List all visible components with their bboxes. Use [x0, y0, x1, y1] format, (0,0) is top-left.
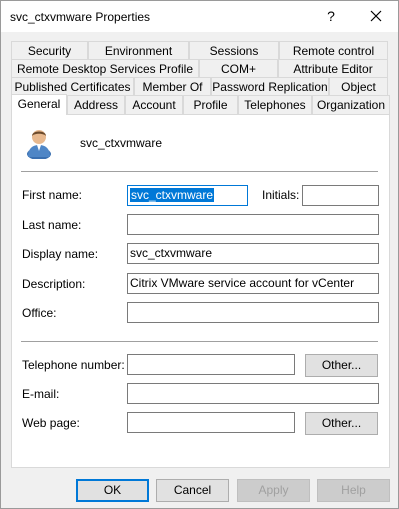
apply-button[interactable]: Apply [237, 479, 310, 502]
office-label: Office: [22, 306, 57, 320]
telephone-other-button[interactable]: Other... [305, 354, 378, 377]
web-page-other-button[interactable]: Other... [305, 412, 378, 435]
tab-row-2: Remote Desktop Services Profile COM+ Att… [11, 59, 388, 78]
tab-object[interactable]: Object [329, 77, 388, 96]
separator-bottom [21, 341, 378, 342]
tab-attribute-editor[interactable]: Attribute Editor [278, 59, 388, 78]
first-name-value: svc_ctxvmware [130, 188, 215, 202]
window-title: svc_ctxvmware Properties [10, 10, 151, 24]
tab-row-1: Security Environment Sessions Remote con… [11, 41, 388, 60]
last-name-field[interactable] [127, 214, 379, 235]
properties-dialog: svc_ctxvmware Properties ? Security Envi… [0, 0, 399, 509]
tab-account[interactable]: Account [125, 95, 183, 114]
tab-profile[interactable]: Profile [183, 95, 238, 114]
office-field[interactable] [127, 302, 379, 323]
user-avatar-icon [25, 127, 53, 160]
display-name-label: Display name: [22, 247, 99, 261]
tab-address[interactable]: Address [67, 95, 125, 114]
tab-security[interactable]: Security [11, 41, 88, 60]
first-name-label: First name: [22, 188, 83, 202]
help-title-button[interactable]: ? [319, 5, 343, 27]
email-field[interactable] [127, 383, 379, 404]
description-label: Description: [22, 277, 86, 291]
tab-sessions[interactable]: Sessions [189, 41, 279, 60]
last-name-label: Last name: [22, 218, 82, 232]
help-button[interactable]: Help [317, 479, 390, 502]
tab-rds-profile[interactable]: Remote Desktop Services Profile [11, 59, 199, 78]
tab-row-4: General Address Account Profile Telephon… [11, 94, 390, 115]
display-name-field[interactable]: svc_ctxvmware [127, 243, 379, 264]
initials-label: Initials: [262, 188, 300, 202]
tab-row-3: Published Certificates Member Of Passwor… [11, 77, 388, 96]
tab-remote-control[interactable]: Remote control [279, 41, 388, 60]
telephone-field[interactable] [127, 354, 295, 375]
cancel-button[interactable]: Cancel [156, 479, 229, 502]
tab-environment[interactable]: Environment [88, 41, 189, 60]
tab-member-of[interactable]: Member Of [134, 77, 211, 96]
email-label: E-mail: [22, 387, 60, 401]
title-bar: svc_ctxvmware Properties ? [1, 1, 398, 32]
web-page-field[interactable] [127, 412, 295, 433]
separator-top [21, 171, 378, 172]
account-name: svc_ctxvmware [80, 136, 163, 150]
tab-general[interactable]: General [11, 94, 67, 115]
tab-organization[interactable]: Organization [312, 95, 390, 114]
tab-telephones[interactable]: Telephones [238, 95, 312, 114]
initials-field[interactable] [302, 185, 379, 206]
description-field[interactable]: Citrix VMware service account for vCente… [127, 273, 379, 294]
close-icon[interactable] [364, 4, 388, 28]
tab-com-plus[interactable]: COM+ [199, 59, 278, 78]
ok-button[interactable]: OK [76, 479, 149, 502]
web-page-label: Web page: [22, 416, 80, 430]
tab-password-replication[interactable]: Password Replication [211, 77, 329, 96]
telephone-label: Telephone number: [22, 358, 125, 372]
first-name-field[interactable]: svc_ctxvmware [127, 185, 248, 206]
